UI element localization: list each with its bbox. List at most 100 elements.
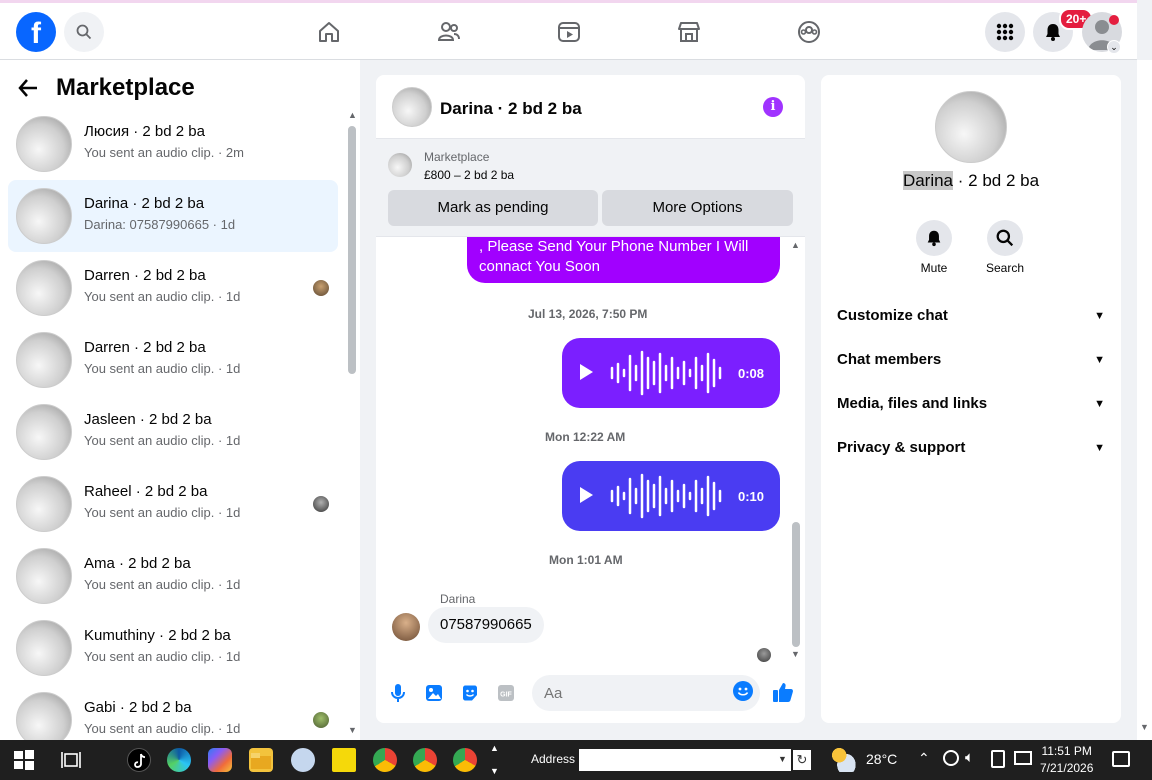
customize-chat-row[interactable]: Customize chat ▼ (837, 294, 1105, 338)
conversation-name: Darina · 2 bd 2 ba (84, 195, 205, 212)
listing-thumbnail (16, 260, 72, 316)
search-label: Search (985, 261, 1025, 275)
refresh-icon[interactable]: ↻ (793, 750, 811, 770)
listing-price[interactable]: £800 – 2 bd 2 ba (424, 168, 514, 182)
address-bar-input[interactable] (579, 749, 791, 771)
battery-icon[interactable] (991, 750, 1005, 768)
volume-icon[interactable]: 🔈︎ (965, 749, 974, 766)
task-view-icon[interactable] (60, 748, 84, 772)
listing-thumbnail[interactable] (388, 153, 412, 177)
video-icon[interactable] (554, 17, 584, 47)
waveform-icon (610, 350, 722, 396)
scroll-down-arrow-icon[interactable]: ▼ (791, 649, 800, 659)
conversation-item[interactable]: Kumuthiny · 2 bd 2 ba You sent an audio … (8, 612, 338, 684)
network-icon[interactable] (1014, 751, 1032, 765)
received-message[interactable]: 07587990665 (428, 607, 544, 643)
listing-thumbnail (16, 404, 72, 460)
play-icon[interactable] (580, 487, 593, 503)
conversation-item[interactable]: Raheel · 2 bd 2 ba You sent an audio cli… (8, 468, 338, 540)
sticky-notes-icon[interactable] (332, 748, 356, 772)
audio-message[interactable]: 0:10 (562, 461, 780, 531)
search-button[interactable] (64, 12, 104, 52)
sidebar-scrollbar-thumb[interactable] (348, 126, 356, 374)
chevron-down-icon: ▼ (1094, 442, 1105, 454)
chrome-profile-2-icon[interactable] (413, 748, 437, 772)
groups-icon[interactable] (794, 17, 824, 47)
chat-members-row[interactable]: Chat members ▼ (837, 338, 1105, 382)
file-explorer-icon[interactable] (249, 748, 273, 772)
temperature[interactable]: 28°C (866, 751, 897, 767)
chrome-profile-3-icon[interactable] (453, 748, 477, 772)
taskbar-scroll-up-icon[interactable]: ▲ (490, 743, 499, 753)
windows-start-icon[interactable] (12, 748, 36, 772)
search-in-chat-button[interactable]: Search (975, 220, 1035, 275)
chrome-profile-1-icon[interactable] (373, 748, 397, 772)
gif-icon[interactable]: GIF (496, 683, 516, 703)
marketplace-icon[interactable] (674, 17, 704, 47)
audio-duration: 0:08 (738, 366, 765, 381)
conversation-item-active[interactable]: Darina · 2 bd 2 ba Darina: 07587990665 ·… (8, 180, 338, 252)
tray-app-icon[interactable] (943, 750, 959, 766)
microphone-icon[interactable] (388, 683, 408, 703)
privacy-support-row[interactable]: Privacy & support ▼ (837, 426, 1105, 470)
sent-message-text: , Please Send Your Phone Number I Will c… (479, 238, 749, 275)
chevron-down-icon: ▼ (1094, 398, 1105, 410)
page-scrollbar[interactable]: ▼ (1137, 60, 1152, 740)
mute-button[interactable]: Mute (904, 220, 964, 275)
conversation-name: Jasleen · 2 bd 2 ba (84, 411, 212, 428)
audio-message[interactable]: 0:08 (562, 338, 780, 408)
image-icon[interactable] (424, 683, 444, 703)
weather-icon[interactable] (832, 748, 856, 772)
chevron-down-icon: ▼ (1094, 310, 1105, 322)
system-tray-chevron-icon[interactable]: ⌃ (918, 750, 930, 767)
taskbar-scroll-down-icon[interactable]: ▼ (490, 766, 499, 776)
info-icon[interactable]: i (763, 97, 783, 117)
conversation-preview: Darina: 07587990665 · 1d (84, 217, 236, 232)
home-icon[interactable] (314, 17, 344, 47)
system-clock[interactable]: 11:51 PM 7/21/2026 (1040, 743, 1093, 777)
chat-details-panel: Darina · 2 bd 2 ba Mute Search Customize… (821, 75, 1121, 723)
more-options-button[interactable]: More Options (602, 190, 793, 226)
back-arrow-icon[interactable] (16, 76, 40, 100)
bell-icon (927, 230, 941, 247)
contact-avatar[interactable] (935, 91, 1007, 163)
paint-icon[interactable] (291, 748, 315, 772)
sticker-icon[interactable] (460, 683, 480, 703)
mark-as-pending-button[interactable]: Mark as pending (388, 190, 598, 226)
chevron-down-icon[interactable]: ⌄ (1107, 40, 1121, 54)
sidebar-header: Marketplace (16, 72, 195, 104)
message-input[interactable] (532, 675, 760, 711)
friends-icon[interactable] (434, 17, 464, 47)
play-icon[interactable] (580, 364, 593, 380)
sender-name: Darina (440, 592, 476, 606)
scroll-down-arrow-icon[interactable]: ▼ (1140, 722, 1149, 732)
thumbs-up-icon[interactable] (772, 681, 794, 708)
message-composer: GIF (376, 671, 805, 723)
timestamp: Mon 12:22 AM (545, 430, 626, 444)
tiktok-icon[interactable] (127, 748, 151, 772)
scroll-down-arrow-icon[interactable]: ▼ (348, 725, 357, 735)
emoji-icon[interactable] (733, 681, 753, 701)
address-dropdown-icon[interactable]: ▼ (778, 754, 787, 764)
facebook-logo-icon[interactable]: f (16, 12, 56, 52)
scroll-up-arrow-icon[interactable]: ▲ (348, 110, 357, 120)
sender-avatar[interactable] (392, 613, 420, 641)
conversation-item[interactable]: Jasleen · 2 bd 2 ba You sent an audio cl… (8, 396, 338, 468)
media-files-links-row[interactable]: Media, files and links ▼ (837, 382, 1105, 426)
chat-avatar[interactable] (392, 87, 432, 127)
notification-center-icon[interactable] (1112, 751, 1130, 767)
chat-scrollbar-thumb[interactable] (792, 522, 800, 647)
conversation-item[interactable]: Darren · 2 bd 2 ba You sent an audio cli… (8, 252, 338, 324)
contact-name-highlight: Darina (902, 171, 954, 190)
conversation-name: Gabi · 2 bd 2 ba (84, 699, 192, 716)
edge-browser-icon[interactable] (167, 748, 191, 772)
conversation-item[interactable]: Люсия · 2 bd 2 ba You sent an audio clip… (8, 108, 338, 180)
chat-title[interactable]: Darina · 2 bd 2 ba (440, 99, 582, 119)
seen-avatar (313, 712, 329, 728)
conversation-preview: You sent an audio clip. · 1d (84, 433, 241, 448)
copilot-icon[interactable] (208, 748, 232, 772)
conversation-item[interactable]: Darren · 2 bd 2 ba You sent an audio cli… (8, 324, 338, 396)
menu-button[interactable] (985, 12, 1025, 52)
conversation-item[interactable]: Ama · 2 bd 2 ba You sent an audio clip. … (8, 540, 338, 612)
scroll-up-arrow-icon[interactable]: ▲ (791, 240, 800, 250)
